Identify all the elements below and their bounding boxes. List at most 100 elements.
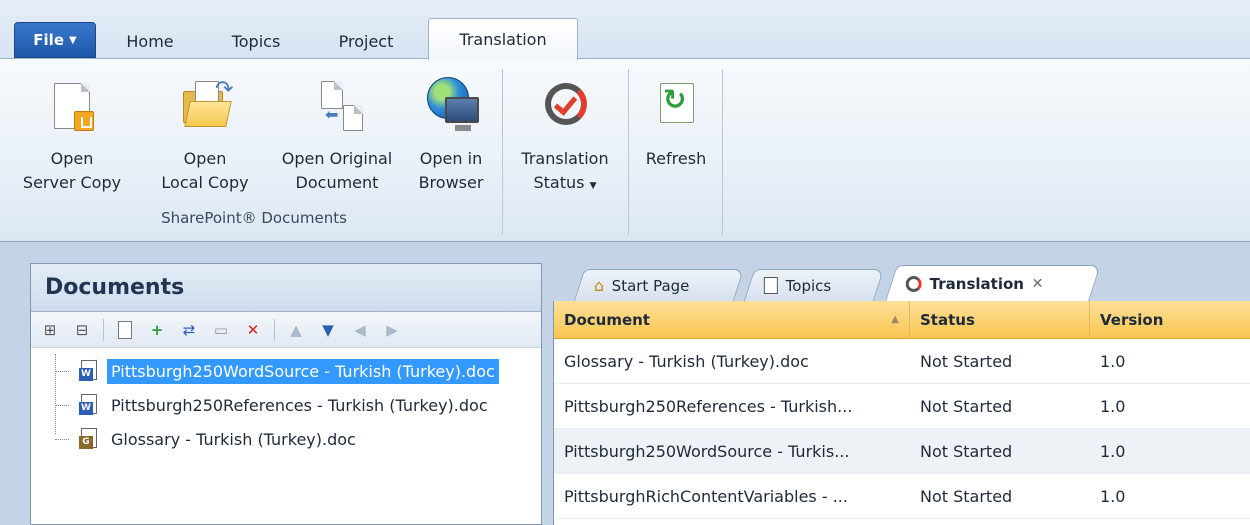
open-in-browser-button[interactable]: Open in Browser	[408, 71, 494, 211]
tree-item-label: Pittsburgh250References - Turkish (Turke…	[111, 395, 488, 415]
open-original-label-1: Open Original	[281, 149, 393, 168]
table-row[interactable]: PittsburghRichContentVariables - ... Not…	[554, 474, 1250, 519]
tab-project[interactable]: Project	[318, 24, 414, 58]
tab-topics[interactable]: Topics	[743, 269, 885, 301]
translation-status-icon	[537, 77, 593, 137]
chevron-down-icon: ▼	[589, 181, 597, 191]
refresh-icon	[648, 77, 704, 137]
tree-item[interactable]: G Glossary - Turkish (Turkey).doc	[31, 422, 541, 456]
sort-ascending-icon: ▲	[891, 314, 899, 325]
column-header-status-label: Status	[920, 310, 975, 329]
ribbon-tab-strip: File ▼ Home Topics Project Translation	[0, 0, 1250, 60]
word-document-icon: W	[79, 360, 101, 382]
ribbon-group-label: SharePoint® Documents	[161, 209, 347, 227]
ribbon-separator	[628, 69, 629, 235]
refresh-label: Refresh	[645, 149, 707, 168]
open-server-copy-label-2: Server Copy	[22, 173, 122, 192]
file-label: File	[33, 31, 64, 49]
cell-document: PittsburghRichContentVariables - ...	[564, 486, 848, 506]
column-header-version-label: Version	[1100, 310, 1164, 329]
open-original-document-button[interactable]: ⬅ Open Original Document	[268, 71, 406, 211]
documents-tree: W Pittsburgh250WordSource - Turkish (Tur…	[31, 348, 541, 456]
move-down-icon[interactable]: ▼	[317, 319, 339, 341]
tab-start-page[interactable]: ⌂ Start Page	[573, 269, 745, 301]
file-menu-button[interactable]: File ▼	[14, 22, 96, 58]
properties-icon[interactable]: ▭	[210, 319, 232, 341]
expand-all-icon[interactable]: ⊞	[39, 319, 61, 341]
cell-document: Pittsburgh250References - Turkish...	[564, 396, 853, 416]
tab-topics-label: Topics	[231, 31, 281, 51]
glossary-document-icon: G	[79, 428, 101, 450]
refresh-button[interactable]: Refresh	[634, 71, 718, 211]
cell-document: Pittsburgh250WordSource - Turkis...	[564, 441, 850, 461]
open-local-copy-label-2: Local Copy	[161, 173, 249, 192]
tab-translation[interactable]: Translation ✕	[885, 265, 1101, 301]
globe-monitor-icon	[423, 77, 479, 137]
column-header-document-label: Document	[564, 310, 650, 329]
open-original-label-2: Document	[295, 173, 379, 192]
tab-translation-label: Translation	[459, 30, 547, 49]
tab-home[interactable]: Home	[106, 24, 194, 58]
open-in-browser-label-2: Browser	[418, 173, 484, 192]
column-header-document[interactable]: Document ▲	[554, 301, 910, 338]
chevron-down-icon: ▼	[69, 34, 77, 46]
toolbar-separator	[274, 318, 275, 341]
add-document-icon[interactable]: +	[146, 319, 168, 341]
open-local-copy-label-1: Open	[183, 149, 227, 168]
translation-status-label-2: Status	[533, 173, 585, 192]
tab-home-label: Home	[126, 31, 174, 51]
open-server-copy-label-1: Open	[50, 149, 94, 168]
column-header-status[interactable]: Status	[910, 301, 1090, 338]
translation-status-label-1: Translation	[521, 149, 609, 168]
open-server-copy-button[interactable]: Open Server Copy	[10, 71, 134, 211]
delete-icon[interactable]: ✕	[242, 319, 264, 341]
column-header-version[interactable]: Version	[1090, 301, 1250, 338]
cell-version: 1.0	[1100, 351, 1126, 371]
toolbar-separator	[103, 318, 104, 341]
tree-item[interactable]: W Pittsburgh250References - Turkish (Tur…	[31, 388, 541, 422]
cell-status: Not Started	[920, 441, 1013, 461]
translation-status-icon	[905, 275, 922, 292]
word-document-icon: W	[79, 394, 101, 416]
cell-version: 1.0	[1100, 486, 1126, 506]
move-right-icon[interactable]: ▶	[381, 319, 403, 341]
open-in-browser-label-1: Open in	[419, 149, 483, 168]
tab-topics[interactable]: Topics	[212, 24, 300, 58]
documents-panel: Documents ⊞ ⊟ + ⇄ ▭ ✕ ▲ ▼ ◀ ▶ W Pittsbur…	[30, 263, 542, 525]
open-local-copy-button[interactable]: ↷ Open Local Copy	[150, 71, 260, 211]
documents-panel-title: Documents	[31, 264, 541, 312]
move-left-icon[interactable]: ◀	[349, 319, 371, 341]
table-row[interactable]: Pittsburgh250WordSource - Turkis... Not …	[554, 429, 1250, 474]
cell-status: Not Started	[920, 396, 1013, 416]
table-row[interactable]: Pittsburgh250References - Turkish... Not…	[554, 384, 1250, 429]
new-document-icon[interactable]	[114, 319, 136, 341]
tab-project-label: Project	[338, 31, 394, 51]
cell-status: Not Started	[920, 351, 1013, 371]
document-tab-strip: ⌂ Start Page Topics Translation ✕	[553, 263, 1250, 301]
translation-grid: Document ▲ Status Version Glossary - Tur…	[553, 301, 1250, 525]
collapse-all-icon[interactable]: ⊟	[71, 319, 93, 341]
ribbon-separator	[722, 69, 723, 235]
cell-version: 1.0	[1100, 441, 1126, 461]
document-compare-icon: ⬅	[309, 77, 365, 137]
tab-start-page-label: Start Page	[611, 276, 690, 295]
folder-open-icon: ↷	[177, 77, 233, 137]
documents-toolbar: ⊞ ⊟ + ⇄ ▭ ✕ ▲ ▼ ◀ ▶	[31, 312, 541, 348]
ribbon-separator	[502, 69, 503, 235]
tab-translation[interactable]: Translation	[428, 18, 578, 60]
ribbon-panel: Open Server Copy ↷ Open Local Copy ⬅ Ope…	[0, 58, 1250, 242]
tree-item[interactable]: W Pittsburgh250WordSource - Turkish (Tur…	[31, 354, 541, 388]
server-document-icon	[44, 77, 100, 137]
translation-status-button[interactable]: Translation Status ▼	[508, 71, 622, 211]
replace-document-icon[interactable]: ⇄	[178, 319, 200, 341]
cell-version: 1.0	[1100, 396, 1126, 416]
tree-item-label: Glossary - Turkish (Turkey).doc	[111, 429, 356, 449]
table-row[interactable]: Glossary - Turkish (Turkey).doc Not Star…	[554, 339, 1250, 384]
cell-status: Not Started	[920, 486, 1013, 506]
move-up-icon[interactable]: ▲	[285, 319, 307, 341]
cell-document: Glossary - Turkish (Turkey).doc	[564, 351, 809, 371]
tab-translation-label: Translation	[929, 274, 1025, 293]
home-icon: ⌂	[593, 276, 604, 295]
close-icon[interactable]: ✕	[1032, 276, 1044, 292]
grid-header: Document ▲ Status Version	[554, 301, 1250, 339]
